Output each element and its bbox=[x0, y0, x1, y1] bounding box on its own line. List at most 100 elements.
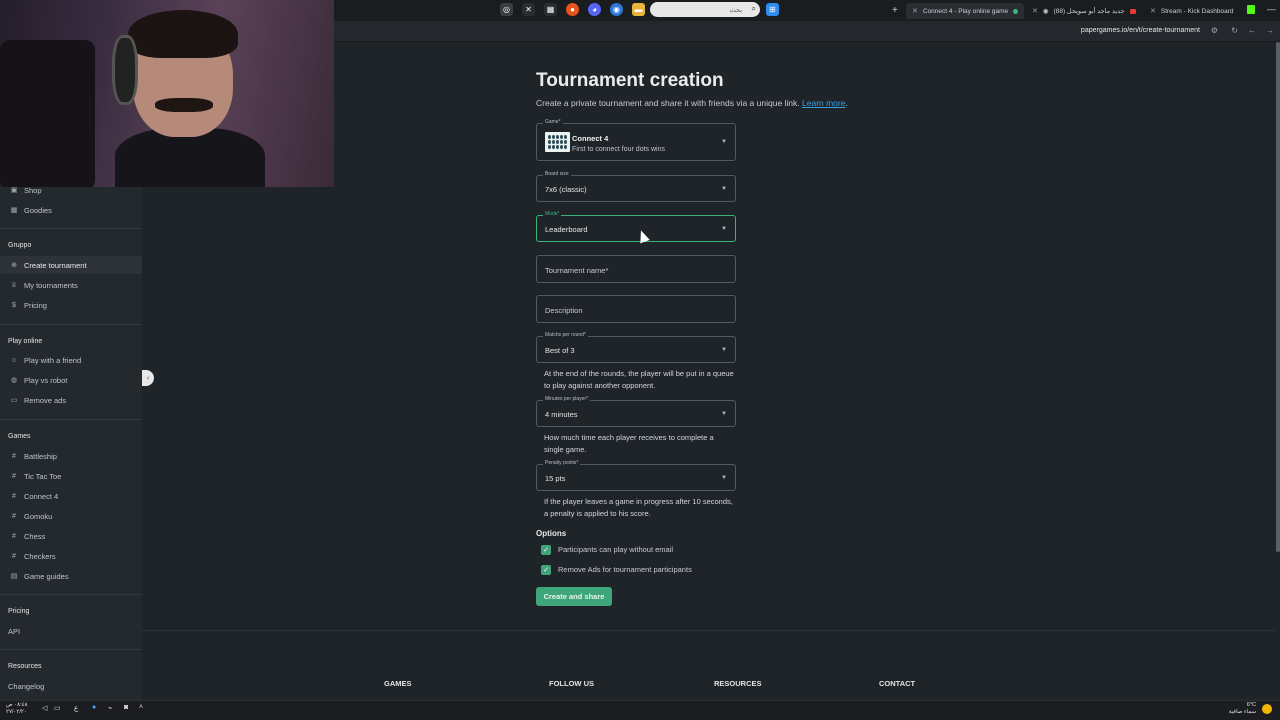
play-without-email-label[interactable]: Participants can play without email bbox=[558, 545, 673, 554]
search-icon: ⌕ bbox=[751, 4, 756, 13]
learn-more-link[interactable]: Learn more bbox=[802, 98, 845, 108]
audio-dot-icon bbox=[1013, 8, 1018, 14]
taskbar-weather[interactable]: 6°C سماء صافية bbox=[1229, 702, 1256, 716]
translate-icon[interactable]: ⚙ bbox=[1211, 26, 1218, 35]
sidebar-item-battleship[interactable]: # Battleship bbox=[0, 447, 142, 465]
sidebar-divider bbox=[0, 594, 142, 595]
webcam-chair bbox=[0, 40, 95, 187]
url-text[interactable]: papergames.io/en/t/create-tournament bbox=[1081, 27, 1200, 34]
sidebar-item-play-with-friend[interactable]: ☺ Play with a friend bbox=[0, 351, 142, 369]
page-subtitle: Create a private tournament and share it… bbox=[536, 98, 848, 108]
mode-select[interactable]: Mode* Leaderboard ▼ bbox=[536, 211, 736, 242]
sidebar-item-label: Tic Tac Toe bbox=[24, 471, 62, 481]
board-size-select[interactable]: Board size 7x6 (classic) ▼ bbox=[536, 171, 736, 202]
close-tab-icon[interactable]: ✕ bbox=[1032, 7, 1038, 15]
trophy-icon: ♕ bbox=[10, 282, 18, 289]
remove-ads-checkbox[interactable]: ✓ bbox=[541, 565, 551, 575]
sidebar-item-label: My tournaments bbox=[24, 280, 78, 290]
play-without-email-checkbox[interactable]: ✓ bbox=[541, 545, 551, 555]
back-icon[interactable]: ← bbox=[1248, 26, 1256, 35]
sidebar-item-label: Checkers bbox=[24, 551, 56, 561]
tab-youtube[interactable]: ✕ ◉ جديد ماجد أبو سويحل (88) bbox=[1026, 3, 1142, 19]
mode-label: Mode* bbox=[543, 211, 562, 217]
sidebar-item-checkers[interactable]: # Checkers bbox=[0, 547, 142, 565]
footer-games-heading: GAMES bbox=[384, 679, 412, 688]
connect4-icon bbox=[545, 132, 570, 152]
windows-start-icon[interactable]: ⊞ bbox=[766, 3, 779, 16]
book-icon: ▤ bbox=[10, 573, 18, 580]
tab-label: جديد ماجد أبو سويحل (88) bbox=[1053, 8, 1125, 15]
page-title: Tournament creation bbox=[536, 70, 724, 91]
firefox-icon[interactable]: ● bbox=[566, 3, 579, 16]
sidebar-divider bbox=[0, 419, 142, 420]
tab-label: Stream - Kick Dashboard bbox=[1160, 7, 1234, 15]
minutes-per-player-select[interactable]: Minutes per player* 4 minutes ▼ bbox=[536, 396, 736, 427]
weather-temp: 6°C bbox=[1246, 702, 1256, 708]
sidebar-item-pricing[interactable]: $ Pricing bbox=[0, 296, 142, 314]
taskbar-search[interactable]: بحث ⌕ bbox=[650, 2, 760, 17]
new-tab-icon[interactable]: + bbox=[892, 5, 898, 16]
hash-icon: # bbox=[12, 552, 16, 560]
tab-kick[interactable]: ✕ Stream - Kick Dashboard bbox=[1144, 3, 1244, 19]
taskbar-clock[interactable]: ٠٨:٤٨ ص ٢٧/٠٢/٢٠ bbox=[6, 702, 28, 716]
language-icon[interactable]: ع bbox=[74, 704, 78, 712]
game-select[interactable]: Game* Connect 4 First to connect four do… bbox=[536, 119, 736, 161]
tab-label: Connect 4 - Play online game bbox=[922, 7, 1009, 15]
chevron-down-icon: ▼ bbox=[721, 226, 727, 232]
create-and-share-button[interactable]: Create and share bbox=[536, 587, 612, 606]
matchs-per-round-select[interactable]: Matchs per round* Best of 3 ▼ bbox=[536, 332, 736, 363]
sidebar-item-tic-tac-toe[interactable]: # Tic Tac Toe bbox=[0, 467, 142, 485]
remove-ads-label[interactable]: Remove Ads for tournament participants bbox=[558, 565, 692, 574]
ad-icon: ▭ bbox=[10, 397, 18, 404]
hash-icon: # bbox=[12, 452, 16, 460]
sidebar-item-api[interactable]: API bbox=[0, 622, 142, 640]
chrome-icon[interactable]: ◉ bbox=[610, 3, 623, 16]
bluetooth-icon[interactable]: ⌁ bbox=[108, 704, 112, 712]
sidebar-item-game-guides[interactable]: ▤ Game guides bbox=[0, 567, 142, 585]
network-icon[interactable]: ▭ bbox=[54, 704, 61, 712]
calculator-icon[interactable]: ▦ bbox=[544, 3, 557, 16]
sidebar-item-label: Gomoku bbox=[24, 511, 53, 521]
sidebar-item-my-tournaments[interactable]: ♕ My tournaments bbox=[0, 276, 142, 294]
sidebar-item-goodies[interactable]: ▦ Goodies bbox=[0, 201, 142, 219]
discord-icon[interactable]: ◕ bbox=[588, 3, 601, 16]
sidebar-item-label: Battleship bbox=[24, 451, 57, 461]
speaker-icon: ◉ bbox=[1042, 8, 1049, 15]
forward-icon[interactable]: → bbox=[1266, 26, 1274, 35]
robot-icon: ◍ bbox=[10, 377, 18, 384]
file-explorer-icon[interactable]: ▬ bbox=[632, 3, 645, 16]
penalty-points-select[interactable]: Penalty points* 15 pts ▼ bbox=[536, 460, 736, 491]
description-input[interactable]: Description bbox=[536, 295, 736, 323]
users-icon: ☺ bbox=[10, 356, 18, 364]
chevron-up-icon[interactable]: ˄ bbox=[139, 704, 143, 711]
close-tab-icon[interactable]: ✕ bbox=[1150, 7, 1156, 15]
sidebar-item-changelog[interactable]: Changelog bbox=[0, 677, 142, 695]
game-select-label: Game* bbox=[543, 119, 563, 125]
sidebar-item-connect-4[interactable]: # Connect 4 bbox=[0, 487, 142, 505]
taskbar bbox=[0, 700, 1280, 720]
sidebar-item-remove-ads[interactable]: ▭ Remove ads bbox=[0, 391, 142, 409]
minimize-icon[interactable]: — bbox=[1267, 4, 1276, 14]
description-placeholder: Description bbox=[545, 306, 583, 315]
mic-icon[interactable]: ● bbox=[92, 704, 96, 711]
sidebar-item-gomoku[interactable]: # Gomoku bbox=[0, 507, 142, 525]
sidebar-divider bbox=[0, 228, 142, 229]
chevron-down-icon: ▼ bbox=[721, 475, 727, 481]
tournament-name-input[interactable]: Tournament name* bbox=[536, 255, 736, 283]
webcam-person-hair bbox=[128, 10, 238, 58]
sidebar-item-chess[interactable]: # Chess bbox=[0, 527, 142, 545]
plus-circle-icon: ⊕ bbox=[11, 262, 17, 269]
speaker-icon[interactable]: ◁ bbox=[42, 704, 47, 712]
footer-follow-heading: FOLLOW US bbox=[549, 679, 594, 688]
reload-icon[interactable]: ↻ bbox=[1231, 26, 1238, 35]
discord-tray-icon[interactable]: ◙ bbox=[124, 704, 128, 711]
chevron-down-icon: ▼ bbox=[721, 347, 727, 353]
sidebar-item-play-vs-robot[interactable]: ◍ Play vs robot bbox=[0, 371, 142, 389]
sidebar-item-create-tournament[interactable]: ⊕ Create tournament bbox=[0, 256, 142, 274]
tab-connect4[interactable]: ✕ Connect 4 - Play online game bbox=[906, 3, 1024, 19]
close-tab-icon[interactable]: ✕ bbox=[912, 7, 918, 15]
sun-icon bbox=[1262, 704, 1272, 714]
capcut-icon[interactable]: ✕ bbox=[522, 3, 535, 16]
scrollbar[interactable] bbox=[1276, 42, 1280, 552]
obs-icon[interactable]: ◎ bbox=[500, 3, 513, 16]
